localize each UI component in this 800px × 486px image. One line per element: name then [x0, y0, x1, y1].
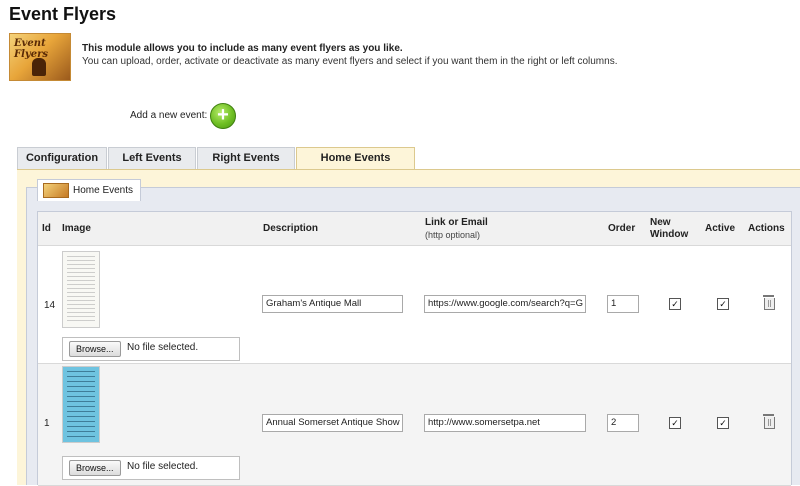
header-link: Link or Email (http optional) — [425, 217, 488, 240]
section-title: Home Events — [73, 185, 134, 196]
header-link-hint: (http optional) — [425, 230, 481, 240]
tab-left-events[interactable]: Left Events — [108, 147, 196, 169]
header-order: Order — [608, 223, 636, 234]
browse-button[interactable]: Browse... — [69, 460, 121, 476]
tab-bar: Configuration Left Events Right Events H… — [17, 147, 416, 170]
section-header: Home Events — [37, 179, 141, 201]
header-image: Image — [62, 223, 91, 234]
active-checkbox[interactable]: ✓ — [717, 417, 729, 429]
logo-text: Event Flyers — [14, 38, 48, 60]
header-active: Active — [705, 223, 736, 234]
tab-configuration[interactable]: Configuration — [17, 147, 107, 169]
header-id: Id — [42, 223, 51, 234]
header-new-window: New Window — [650, 217, 689, 240]
table-header: Id Image Description Link or Email (http… — [38, 212, 791, 246]
header-actions: Actions — [748, 223, 785, 234]
event-flyers-logo: Event Flyers — [9, 33, 71, 81]
order-input[interactable]: 1 — [607, 295, 639, 313]
active-checkbox[interactable]: ✓ — [717, 298, 729, 310]
order-input[interactable]: 2 — [607, 414, 639, 432]
link-input[interactable]: http://www.somersetpa.net — [424, 414, 586, 432]
description-input[interactable]: Graham's Antique Mall — [262, 295, 403, 313]
trash-icon[interactable] — [763, 295, 775, 310]
intro-description: You can upload, order, activate or deact… — [82, 56, 618, 67]
intro-heading: This module allows you to include as man… — [82, 43, 403, 54]
page-title: Event Flyers — [9, 4, 117, 24]
flyer-thumbnail — [62, 366, 100, 443]
header-description: Description — [263, 223, 319, 234]
trash-icon[interactable] — [763, 414, 775, 429]
table-row: 14 Browse... No file selected. Graham's … — [38, 246, 791, 364]
file-upload: Browse... No file selected. — [62, 337, 240, 361]
add-event-button[interactable]: + — [210, 103, 236, 129]
file-status: No file selected. — [127, 461, 199, 472]
events-table: Id Image Description Link or Email (http… — [37, 211, 792, 486]
new-window-checkbox[interactable]: ✓ — [669, 298, 681, 310]
file-upload: Browse... No file selected. — [62, 456, 240, 480]
row-id: 14 — [44, 300, 56, 311]
tab-home-events[interactable]: Home Events — [296, 147, 415, 170]
tab-right-events[interactable]: Right Events — [197, 147, 295, 169]
link-input[interactable]: https://www.google.com/search?q=G — [424, 295, 586, 313]
description-input[interactable]: Annual Somerset Antique Show — [262, 414, 403, 432]
browse-button[interactable]: Browse... — [69, 341, 121, 357]
row-id: 1 — [44, 418, 50, 429]
flyer-thumbnail — [62, 251, 100, 328]
file-status: No file selected. — [127, 342, 199, 353]
table-row: 1 Browse... No file selected. Annual Som… — [38, 364, 791, 486]
new-window-checkbox[interactable]: ✓ — [669, 417, 681, 429]
home-events-icon — [43, 183, 69, 198]
add-event-label: Add a new event: — [130, 110, 208, 121]
plus-icon: + — [217, 104, 229, 126]
